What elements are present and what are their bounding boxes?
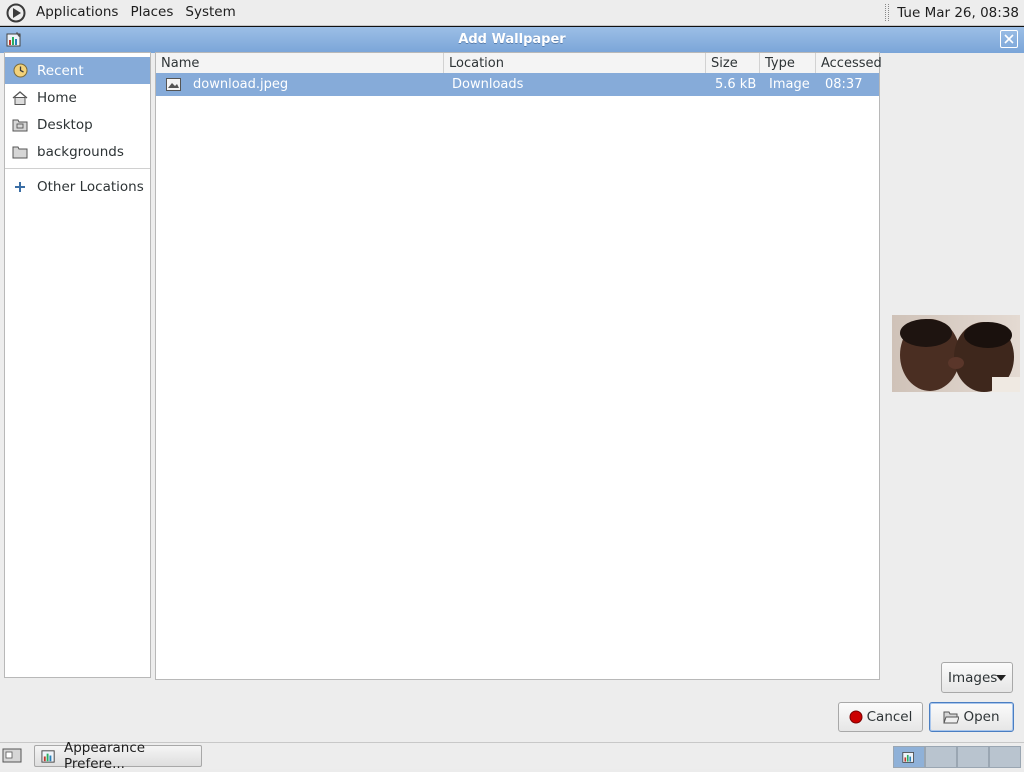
sidebar-separator — [5, 168, 150, 169]
column-header-name[interactable]: Name — [156, 53, 444, 73]
top-panel: Applications Places System Tue Mar 26, 0… — [0, 0, 1024, 26]
open-label: Open — [963, 709, 1000, 725]
plus-icon — [11, 179, 29, 195]
workspace-3[interactable] — [957, 746, 989, 768]
clock-area: Tue Mar 26, 08:38 — [885, 0, 1024, 25]
sidebar-item-label: Recent — [37, 62, 84, 79]
image-preview — [892, 315, 1020, 392]
dropdown-arrow-icon — [996, 675, 1006, 681]
file-type-filter-dropdown[interactable]: Images — [941, 662, 1013, 693]
file-list[interactable]: Name Location Size Type Accessed downloa… — [155, 52, 882, 680]
dialog-title: Add Wallpaper — [458, 32, 566, 47]
taskbar-item-appearance[interactable]: Appearance Prefere... — [34, 740, 202, 772]
cancel-label: Cancel — [866, 709, 913, 725]
cancel-icon — [849, 710, 863, 724]
sidebar-item-label: Home — [37, 89, 77, 106]
open-button[interactable]: Open — [929, 702, 1014, 732]
column-header-size[interactable]: Size — [705, 53, 760, 73]
recent-clock-icon — [11, 63, 29, 79]
open-folder-icon — [943, 711, 960, 724]
sidebar-item-label: Desktop — [37, 116, 93, 133]
column-header-location[interactable]: Location — [443, 53, 706, 73]
sidebar-item-backgrounds[interactable]: backgrounds — [5, 138, 150, 165]
file-list-header: Name Location Size Type Accessed — [156, 53, 882, 74]
workspace-2[interactable] — [925, 746, 957, 768]
places-sidebar: Recent Home Desktop backgrounds Other Lo… — [4, 52, 151, 678]
show-desktop-icon[interactable] — [2, 747, 22, 765]
workspace-4[interactable] — [989, 746, 1021, 768]
desktop-icon — [11, 117, 29, 133]
panel-handle — [885, 4, 890, 21]
file-size: 5.6 kB — [715, 77, 757, 92]
clock[interactable]: Tue Mar 26, 08:38 — [897, 5, 1024, 21]
file-row[interactable]: download.jpeg Downloads 5.6 kB Image 08:… — [156, 73, 879, 96]
filter-selected-label: Images — [948, 669, 998, 686]
sidebar-item-label: Other Locations — [37, 178, 144, 195]
file-name: download.jpeg — [193, 77, 289, 92]
folder-icon — [11, 144, 29, 160]
workspace-1[interactable] — [893, 746, 925, 768]
menu-applications[interactable]: Applications — [30, 0, 124, 25]
column-header-accessed[interactable]: Accessed — [815, 53, 882, 73]
workspace-switcher — [893, 746, 1021, 768]
file-accessed: 08:37 — [825, 77, 863, 92]
cancel-button[interactable]: Cancel — [838, 702, 923, 732]
close-button[interactable] — [1000, 30, 1018, 48]
column-header-type[interactable]: Type — [759, 53, 816, 73]
add-wallpaper-dialog: Add Wallpaper Recent Home Desktop backgr… — [0, 26, 1024, 742]
menu-system[interactable]: System — [179, 0, 241, 25]
menu-places[interactable]: Places — [124, 0, 179, 25]
home-icon — [11, 90, 29, 106]
sidebar-item-other-locations[interactable]: Other Locations — [5, 173, 150, 200]
distro-logo-icon[interactable] — [6, 3, 26, 23]
file-location: Downloads — [452, 77, 524, 92]
appearance-app-icon — [902, 752, 914, 763]
appearance-app-icon — [41, 748, 57, 764]
sidebar-item-desktop[interactable]: Desktop — [5, 111, 150, 138]
bottom-panel: Appearance Prefere... — [0, 740, 1024, 772]
sidebar-item-home[interactable]: Home — [5, 84, 150, 111]
file-type: Image — [769, 77, 810, 92]
close-icon — [1004, 34, 1014, 44]
sidebar-item-recent[interactable]: Recent — [5, 57, 150, 84]
taskbar-item-label: Appearance Prefere... — [64, 740, 146, 772]
dialog-titlebar[interactable]: Add Wallpaper — [0, 26, 1024, 53]
sidebar-item-label: backgrounds — [37, 143, 124, 160]
image-file-icon — [166, 78, 181, 91]
